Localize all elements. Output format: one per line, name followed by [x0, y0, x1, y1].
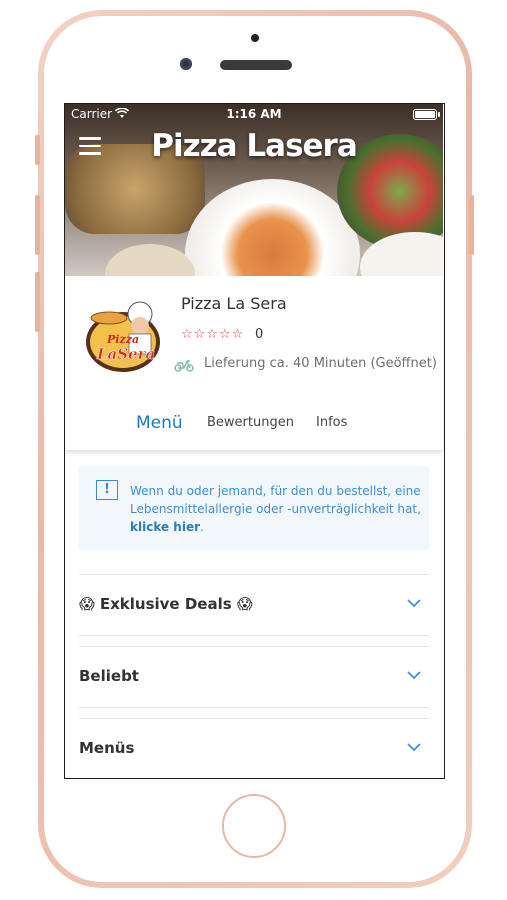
tab-menu[interactable]: Menü [136, 413, 183, 433]
mute-switch [35, 135, 40, 165]
tab-info[interactable]: Infos [316, 415, 347, 430]
rating-count: 0 [255, 327, 264, 342]
allergy-notice-text: Wenn du oder jemand, für den du bestells… [130, 482, 422, 536]
info-exclamation-icon: ! [96, 480, 118, 500]
category-beliebt[interactable]: Beliebt [79, 646, 429, 708]
status-time: 1:16 AM [226, 107, 282, 121]
header-banner: Carrier 1:16 AM Pizza Lasera [65, 104, 443, 276]
home-button[interactable] [222, 794, 286, 858]
restaurant-name: Pizza La Sera [181, 294, 287, 313]
allergy-notice-message: Wenn du oder jemand, für den du bestells… [130, 484, 421, 516]
scooter-icon [174, 360, 194, 372]
banner-food-image [105, 244, 195, 276]
volume-up-button [35, 195, 40, 255]
category-label: Menüs [79, 739, 135, 757]
earpiece-speaker [220, 60, 292, 70]
chevron-down-icon [407, 671, 421, 680]
power-button [469, 195, 474, 255]
tab-bar: Menü Bewertungen Infos [65, 413, 443, 435]
category-label: Beliebt [79, 667, 139, 685]
category-menus[interactable]: Menüs [79, 718, 429, 778]
status-bar: Carrier 1:16 AM [65, 104, 443, 124]
category-label: 😱 Exklusive Deals 😱 [79, 595, 253, 613]
chevron-down-icon [407, 599, 421, 608]
battery-icon [413, 109, 437, 120]
restaurant-logo: Pizza LaSera [86, 301, 160, 372]
volume-down-button [35, 272, 40, 332]
proximity-sensor [251, 34, 259, 42]
page-title: Pizza Lasera [151, 128, 358, 164]
delivery-time: Lieferung ca. 40 Minuten (Geöffnet) [204, 356, 437, 371]
front-camera [180, 58, 192, 70]
allergy-notice-suffix: . [200, 520, 204, 534]
logo-text-lasera: LaSera [96, 345, 155, 363]
rating-stars: ☆☆☆☆☆ [181, 327, 245, 342]
app-screen: Carrier 1:16 AM Pizza Lasera Pizza LaSer… [64, 103, 445, 779]
category-exklusive-deals[interactable]: 😱 Exklusive Deals 😱 [79, 574, 429, 636]
allergy-info-link[interactable]: klicke hier [130, 520, 200, 534]
tab-reviews[interactable]: Bewertungen [207, 415, 294, 430]
banner-food-image [185, 179, 360, 276]
chevron-down-icon [407, 743, 421, 752]
battery-tip [438, 112, 440, 117]
restaurant-info-card: Pizza LaSera Pizza La Sera ☆☆☆☆☆ 0 Liefe… [65, 276, 443, 450]
allergy-notice: ! Wenn du oder jemand, für den du bestel… [79, 466, 429, 550]
